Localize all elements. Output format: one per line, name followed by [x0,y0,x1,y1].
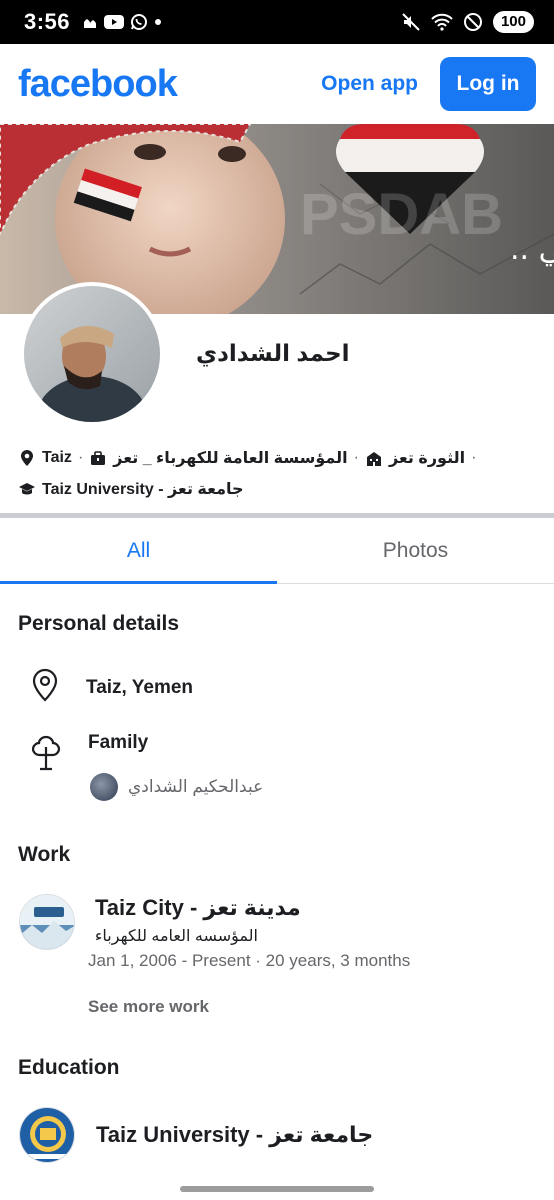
tab-all[interactable]: All [0,518,277,584]
location-outline-icon [30,668,60,707]
avatar-image [24,286,160,422]
profile-tabs: All Photos [0,518,554,584]
meta-separator: · [77,449,84,466]
family-member-item[interactable]: عبدالحكيم الشدادي [90,773,263,801]
tab-photos[interactable]: Photos [277,518,554,583]
status-right-icons: 100 [401,11,534,33]
top-header: facebook Open app Log in [0,44,554,124]
meta-separator: · [471,449,477,466]
mosque-icon [82,14,98,30]
home-indicator[interactable] [180,1186,374,1192]
svg-text:PSDAB: PSDAB [300,182,503,247]
youtube-icon [104,14,125,30]
open-app-link[interactable]: Open app [321,72,418,96]
profile-avatar[interactable] [20,282,164,426]
meta-org: الثورة تعز [388,450,466,467]
facebook-logo[interactable]: facebook [18,63,178,106]
see-more-work-link[interactable]: See more work [88,997,209,1017]
location-pin-icon [18,449,36,467]
do-not-disturb-icon [463,12,483,32]
education-title: Education [18,1056,120,1079]
work-title: Work [18,843,71,866]
family-row: Family [30,731,149,776]
work-company-logo[interactable] [19,894,75,950]
school-logo[interactable] [19,1107,75,1163]
meta-school: جامعة تعز - Taiz University [42,481,244,498]
mute-icon [401,12,421,32]
family-member-name[interactable]: عبدالحكيم الشدادي [128,777,263,797]
family-tree-icon [30,733,62,776]
personal-details-title: Personal details [18,612,180,635]
cover-overlay-text: شامخ كياني .. [510,232,554,267]
dot-icon [154,18,162,26]
profile-meta-line-1: Taiz · المؤسسة العامة للكهرباء _ تعز · ا… [18,448,538,468]
meta-city: Taiz [42,449,72,466]
status-bar: 3:56 100 [0,0,554,44]
school-name[interactable]: Taiz University - جامعة تعز [96,1122,373,1148]
wifi-icon [431,13,453,31]
family-member-avatar [90,773,118,801]
status-time: 3:56 [24,9,71,34]
battery-indicator: 100 [492,11,534,33]
work-position: المؤسسه العامه للكهرباء [94,928,258,945]
profile-meta-line-2: جامعة تعز - Taiz University [18,479,538,499]
meta-employer: المؤسسة العامة للكهرباء _ تعز [113,450,348,467]
location-text: Taiz, Yemen [86,676,194,698]
login-button[interactable]: Log in [440,57,536,111]
location-row: Taiz, Yemen [30,668,193,707]
profile-name: احمد الشدادي [196,340,350,366]
work-company-name[interactable]: Taiz City - مدينة تعز [95,895,301,921]
meta-separator: · [353,449,359,466]
building-icon [365,449,383,467]
status-left-icons [82,13,162,31]
whatsapp-icon [130,13,148,31]
work-dates: Jan 1, 2006 - Present · 20 years, 3 mont… [88,951,411,970]
family-label: Family [88,731,149,753]
graduation-cap-icon [18,480,36,498]
briefcase-icon [89,449,107,467]
